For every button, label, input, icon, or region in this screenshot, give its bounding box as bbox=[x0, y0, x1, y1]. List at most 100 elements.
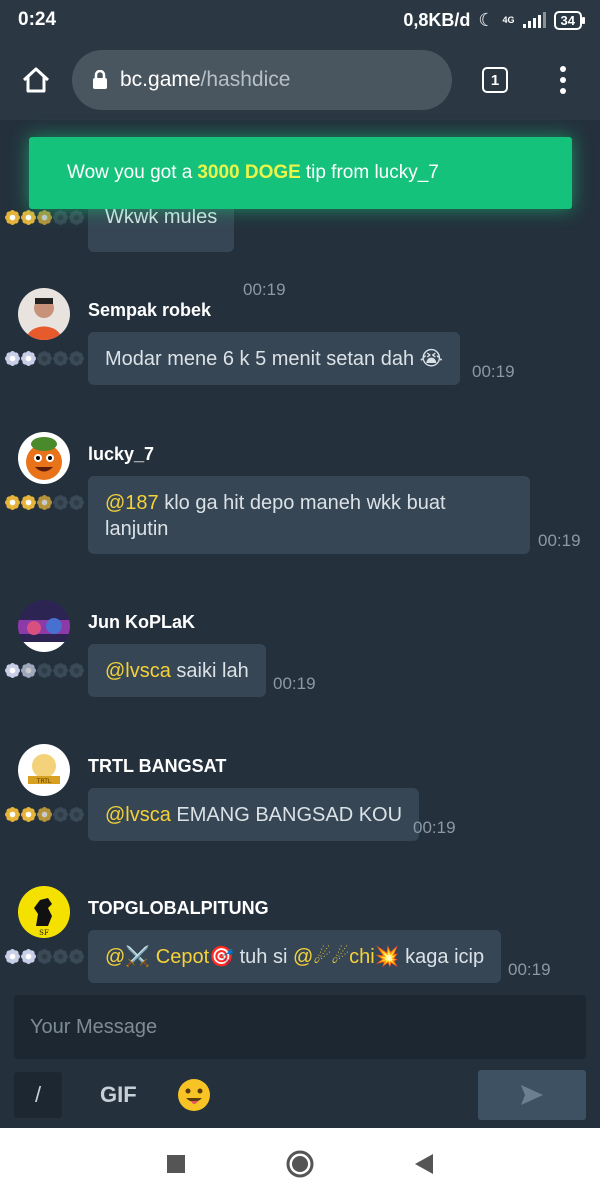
rank-star-icon bbox=[69, 807, 84, 822]
tab-switcher-button[interactable]: 1 bbox=[452, 40, 538, 120]
svg-text:SF: SF bbox=[39, 929, 49, 937]
rank-star-icon bbox=[69, 210, 84, 225]
rank-star-icon bbox=[53, 351, 68, 366]
chat-message: Jun KoPLaK @lvsca saiki lah 00:19 bbox=[0, 600, 600, 700]
clock: 0:24 bbox=[18, 9, 57, 30]
message-text: saiki lah bbox=[170, 660, 249, 682]
chat-message: Sempak robek Modar mene 6 k 5 menit seta… bbox=[0, 288, 600, 388]
rank-star-icon bbox=[5, 663, 20, 678]
toast-amount: 3000 DOGE bbox=[197, 162, 301, 183]
message-input[interactable] bbox=[14, 995, 586, 1059]
message-bubble[interactable]: @lvsca EMANG BANGSAD KOU bbox=[88, 788, 420, 841]
rank-star-icon bbox=[37, 949, 52, 964]
username[interactable]: TOPGLOBALPITUNG bbox=[88, 898, 269, 919]
overflow-menu-button[interactable] bbox=[538, 40, 588, 120]
chat-feed[interactable]: Wkwk mules 00:19 Sempak robek Modar mene… bbox=[0, 120, 600, 992]
avatar-image: SF bbox=[18, 886, 70, 938]
chat-message: SF TOPGLOBALPITUNG @⚔️ Cepot🎯 tuh si @☄☄… bbox=[0, 886, 600, 986]
avatar-image bbox=[18, 288, 70, 340]
message-text: Modar mene 6 k 5 menit setan dah 😭 bbox=[105, 348, 443, 370]
system-navigation-bar bbox=[0, 1128, 600, 1200]
rank-star-icon bbox=[21, 949, 36, 964]
address-bar[interactable]: bc.game/hashdice bbox=[72, 50, 452, 110]
rank-star-icon bbox=[37, 495, 52, 510]
message-text: klo ga hit depo maneh wkk buat bbox=[158, 492, 446, 514]
gif-button[interactable]: GIF bbox=[100, 1072, 137, 1118]
username[interactable]: Jun KoPLaK bbox=[88, 612, 195, 633]
rank-star-icon bbox=[69, 663, 84, 678]
rank-star-icon bbox=[21, 663, 36, 678]
rank-star-icon bbox=[21, 351, 36, 366]
network-type-icon: 4G bbox=[502, 14, 515, 25]
username[interactable]: Sempak robek bbox=[88, 300, 211, 321]
rank-star-icon bbox=[53, 807, 68, 822]
recents-button[interactable] bbox=[114, 1128, 238, 1200]
home-icon bbox=[22, 67, 50, 93]
toast-prefix: Wow you got a bbox=[67, 162, 193, 183]
avatar[interactable] bbox=[18, 432, 70, 484]
rank-star-icon bbox=[21, 495, 36, 510]
message-text: tuh si bbox=[234, 946, 293, 968]
browser-toolbar: bc.game/hashdice 1 bbox=[0, 40, 600, 120]
message-time: 00:19 bbox=[472, 362, 515, 381]
mention-link[interactable]: @⚔️ Cepot🎯 bbox=[105, 946, 234, 968]
do-not-disturb-icon: ☾ bbox=[478, 9, 495, 30]
send-button[interactable] bbox=[478, 1070, 586, 1120]
username[interactable]: lucky_7 bbox=[88, 444, 154, 465]
status-bar: 0:24 0,8KB/d ☾ 4G 34 bbox=[0, 0, 600, 40]
chat-message: TRTL TRTL BANGSAT @lvsca EMANG BANGSAD K… bbox=[0, 744, 600, 844]
mention-link[interactable]: @☄☄chi💥 bbox=[293, 946, 400, 968]
message-time: 00:19 bbox=[538, 531, 581, 550]
url-text: bc.game/hashdice bbox=[120, 68, 290, 92]
home-nav-button[interactable] bbox=[238, 1128, 362, 1200]
message-time: 00:19 bbox=[508, 960, 551, 979]
emoji-icon bbox=[178, 1079, 210, 1111]
rank-star-icon bbox=[21, 210, 36, 225]
message-bubble[interactable]: Modar mene 6 k 5 menit setan dah 😭 bbox=[88, 332, 460, 385]
message-composer: / GIF bbox=[0, 992, 600, 1128]
mention-link[interactable]: @187 bbox=[105, 492, 159, 514]
message-bubble[interactable]: @187 klo ga hit depo maneh wkk buat lanj… bbox=[88, 476, 530, 554]
avatar-image: TRTL bbox=[18, 744, 70, 796]
username[interactable]: TRTL BANGSAT bbox=[88, 756, 226, 777]
back-button[interactable] bbox=[362, 1128, 486, 1200]
menu-dot-icon bbox=[560, 66, 566, 72]
message-bubble[interactable]: @lvsca saiki lah bbox=[88, 644, 266, 697]
home-circle-icon bbox=[286, 1150, 314, 1178]
avatar[interactable]: SF bbox=[18, 886, 70, 938]
emoji-button[interactable] bbox=[176, 1072, 212, 1118]
rank-star-icon bbox=[5, 807, 20, 822]
message-time: 00:19 bbox=[413, 818, 456, 837]
tab-count: 1 bbox=[482, 67, 508, 93]
rank-star-icon bbox=[5, 495, 20, 510]
rank-star-icon bbox=[21, 807, 36, 822]
rank-stars bbox=[5, 210, 84, 225]
avatar[interactable] bbox=[18, 600, 70, 652]
message-text-continued: lanjutin bbox=[105, 518, 169, 540]
rank-star-icon bbox=[5, 351, 20, 366]
rank-stars bbox=[5, 495, 84, 510]
rank-star-icon bbox=[37, 351, 52, 366]
message-text: EMANG BANGSAD KOU bbox=[170, 804, 403, 826]
rank-stars bbox=[5, 351, 84, 366]
mention-link[interactable]: @lvsca bbox=[105, 660, 171, 682]
avatar-image bbox=[18, 600, 70, 652]
url-host: bc.game bbox=[120, 68, 201, 91]
lock-icon bbox=[93, 70, 107, 89]
chat-message: lucky_7 @187 klo ga hit depo maneh wkk b… bbox=[0, 432, 600, 556]
mention-link[interactable]: @lvsca bbox=[105, 804, 171, 826]
back-icon bbox=[415, 1154, 433, 1174]
url-path: /hashdice bbox=[200, 68, 291, 91]
home-button[interactable] bbox=[0, 40, 72, 120]
tip-notification-toast[interactable]: Wow you got a 3000 DOGE tip from lucky_7 bbox=[29, 137, 572, 209]
rank-star-icon bbox=[69, 495, 84, 510]
rank-star-icon bbox=[5, 949, 20, 964]
avatar[interactable] bbox=[18, 288, 70, 340]
rank-star-icon bbox=[69, 949, 84, 964]
avatar[interactable]: TRTL bbox=[18, 744, 70, 796]
recents-icon bbox=[167, 1155, 185, 1173]
rank-star-icon bbox=[53, 210, 68, 225]
command-button[interactable]: / bbox=[14, 1072, 62, 1118]
avatar-image bbox=[18, 432, 70, 484]
message-bubble[interactable]: @⚔️ Cepot🎯 tuh si @☄☄chi💥 kaga icip bbox=[88, 930, 502, 983]
